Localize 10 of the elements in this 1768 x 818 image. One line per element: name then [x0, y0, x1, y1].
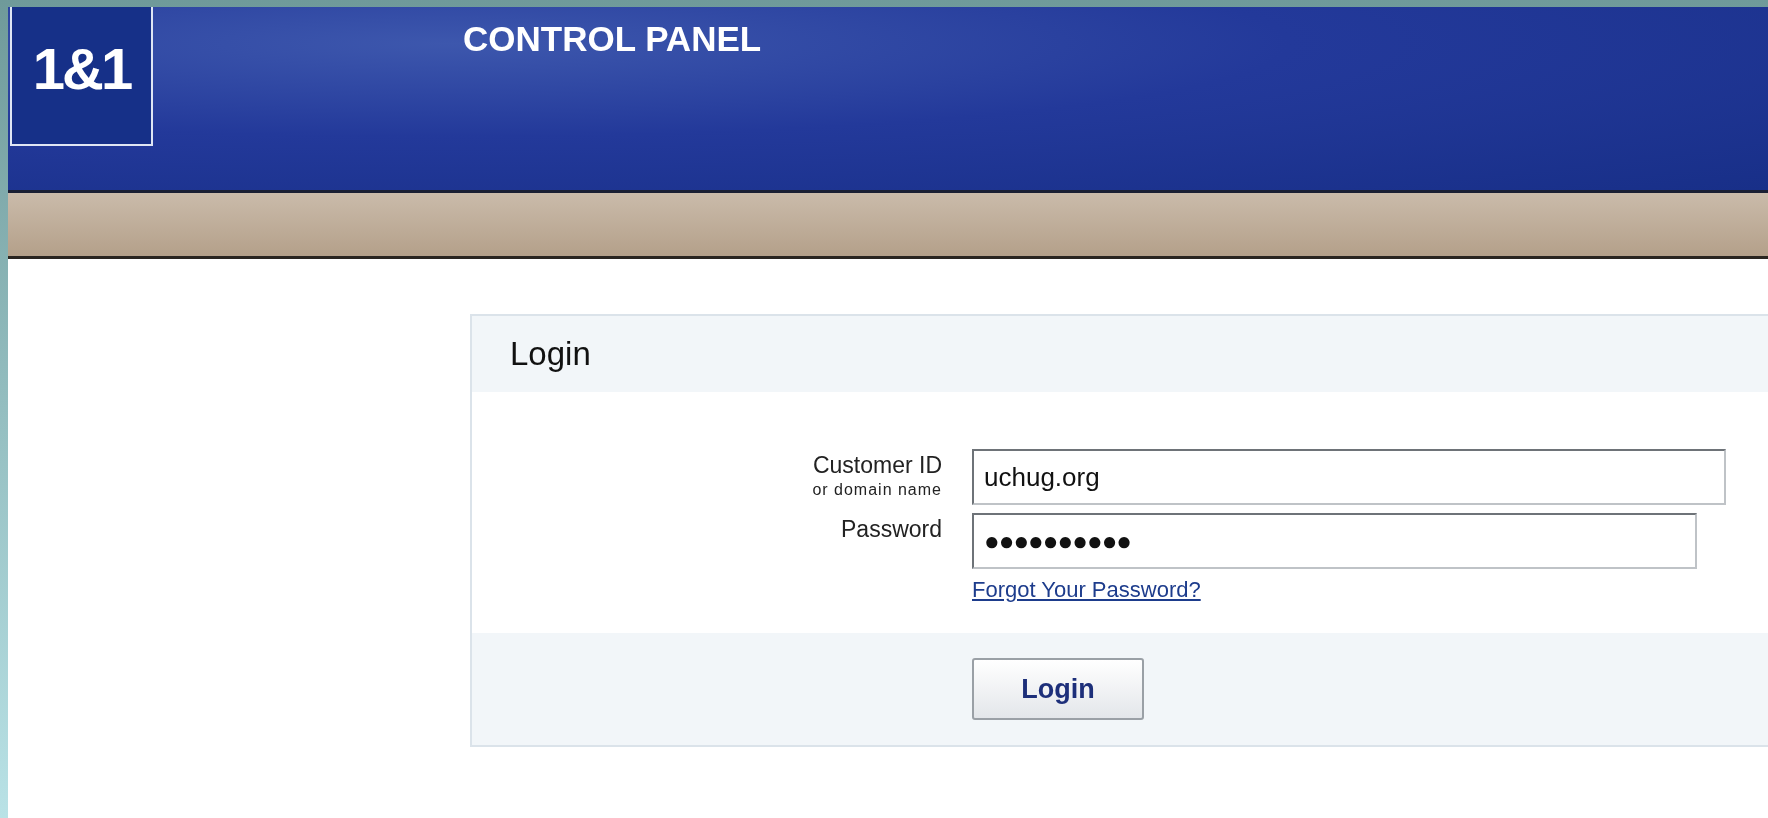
field-label: Password	[841, 515, 942, 544]
password-field[interactable]: ●●●●●●●●●●	[972, 513, 1697, 569]
field-label: Customer ID	[812, 451, 942, 480]
forgot-password-link[interactable]: Forgot Your Password?	[972, 577, 1201, 603]
page-title: CONTROL PANEL	[463, 19, 762, 59]
panel-title: Login	[510, 335, 591, 373]
login-button[interactable]: Login	[972, 658, 1144, 720]
logo[interactable]: 1&1	[10, 7, 153, 146]
field-hint: or domain name	[812, 481, 942, 499]
input-field[interactable]: uchug.org	[972, 449, 1726, 505]
